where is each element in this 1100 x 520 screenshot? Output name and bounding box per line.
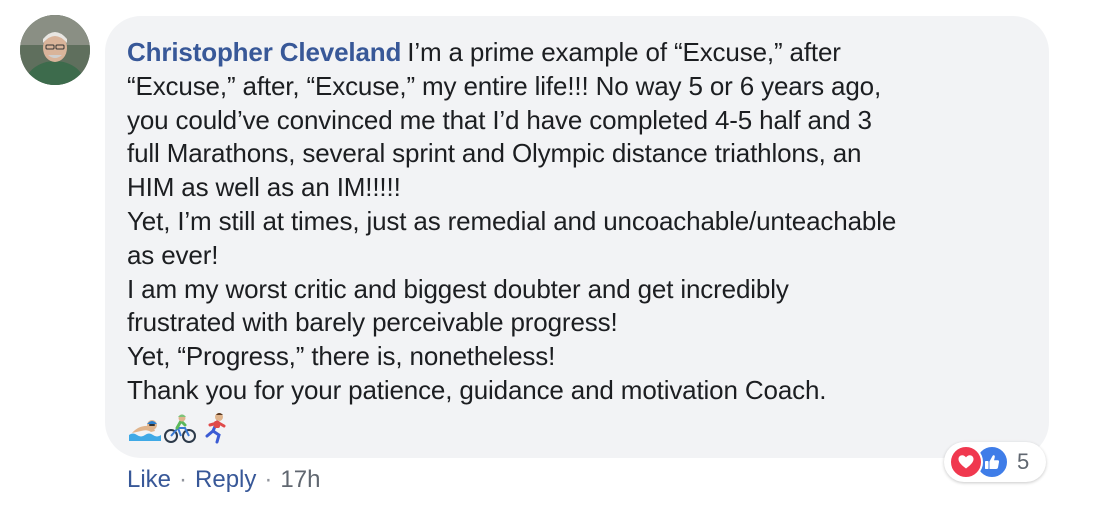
comment-actions: Like · Reply · 17h [127, 463, 320, 497]
comment-line: I’m a prime example of “Excuse,” after [407, 37, 841, 67]
separator-dot: · [179, 466, 188, 493]
comment-line: Yet, “Progress,” there is, nonetheless! [127, 341, 556, 372]
comment-line: frustrated with barely perceivable progr… [127, 307, 618, 338]
cyclist-emoji [164, 414, 196, 443]
thumbs-up-icon [985, 455, 1000, 469]
like-button[interactable]: Like [127, 466, 171, 494]
reactions-summary[interactable]: 5 [944, 442, 1046, 482]
separator-dot: · [264, 466, 273, 493]
comment-line: I am my worst critic and biggest doubter… [127, 273, 789, 304]
comment-line: “Excuse,” after, “Excuse,” my entire lif… [127, 70, 882, 101]
comment-line: as ever! [127, 239, 219, 270]
comment-text: Christopher Cleveland I’m a prime example… [127, 36, 1027, 408]
emoji-row [127, 410, 1027, 446]
comment-container: Christopher Cleveland I’m a prime example… [0, 0, 1100, 520]
heart-icon [958, 455, 974, 469]
comment-line: you could’ve convinced me that I’d have … [127, 104, 872, 135]
runner-emoji [205, 412, 226, 444]
comment-line: HIM as well as an IM!!!!! [127, 172, 401, 203]
comment-bubble: Christopher Cleveland I’m a prime example… [105, 16, 1049, 458]
comment-line: Yet, I’m still at times, just as remedia… [127, 205, 897, 236]
avatar[interactable] [20, 15, 90, 85]
comment-line: full Marathons, several sprint and Olymp… [127, 138, 862, 169]
avatar-photo [20, 15, 90, 85]
reaction-count: 5 [1017, 449, 1030, 474]
comment-timestamp[interactable]: 17h [280, 466, 320, 494]
author-name[interactable]: Christopher Cleveland [127, 37, 401, 67]
love-reaction-icon [949, 445, 983, 479]
swimmer-emoji [129, 419, 161, 441]
reply-button[interactable]: Reply [195, 466, 256, 494]
comment-line: Thank you for your patience, guidance an… [127, 374, 827, 405]
